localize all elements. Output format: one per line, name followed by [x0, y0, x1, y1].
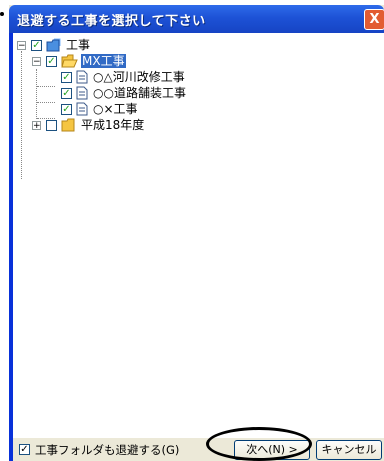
title-bar: 退避する工事を選択して下さい X — [9, 5, 384, 33]
tree-checkbox[interactable]: ✓ — [46, 56, 57, 67]
dialog-window: 退避する工事を選択して下さい X − ✓ 工事 − ✓ MX工事 ✓ ○△河川改… — [9, 5, 384, 461]
close-button[interactable]: X — [364, 9, 384, 30]
tree-item-year[interactable]: + 平成18年度 — [13, 117, 213, 133]
include-folder-checkbox[interactable]: ✓ — [19, 444, 30, 455]
document-icon — [76, 70, 88, 84]
tree-item-label: 平成18年度 — [81, 118, 145, 132]
blue-folder-icon — [46, 38, 61, 52]
tree-checkbox[interactable]: ✓ — [61, 72, 72, 83]
tree-item-label: ○○道路舗装工事 — [93, 86, 186, 100]
tree-item-project[interactable]: ✓ ○×工事 — [13, 101, 263, 117]
folder-icon — [61, 118, 75, 132]
collapse-icon[interactable]: − — [17, 41, 26, 51]
cancel-button[interactable]: キャンセル — [316, 440, 382, 460]
tree-checkbox[interactable]: ✓ — [61, 88, 72, 99]
document-icon — [76, 86, 88, 100]
dialog-footer: ✓ 工事フォルダも退避する(G) 次へ(N) > キャンセル — [13, 438, 384, 461]
tree-item-label: ○△河川改修工事 — [93, 70, 185, 84]
collapse-icon[interactable]: − — [32, 57, 41, 67]
tree-item-mx[interactable]: − ✓ MX工事 — [13, 53, 213, 69]
annotation-dot — [0, 12, 4, 16]
tree-item-label: 工事 — [66, 38, 91, 52]
include-folder-label[interactable]: 工事フォルダも退避する(G) — [35, 443, 179, 457]
tree-checkbox[interactable] — [46, 120, 57, 131]
dialog-title: 退避する工事を選択して下さい — [17, 14, 206, 29]
highlight-circle — [206, 427, 312, 461]
expand-icon[interactable]: + — [32, 121, 41, 131]
tree-item-project[interactable]: ✓ ○△河川改修工事 — [13, 69, 263, 85]
tree-item-label: ○×工事 — [93, 102, 138, 116]
tree-item-label: MX工事 — [81, 54, 126, 68]
tree-checkbox[interactable]: ✓ — [31, 40, 42, 51]
document-icon — [76, 102, 88, 116]
project-tree: − ✓ 工事 − ✓ MX工事 ✓ ○△河川改修工事 ✓ ○○道路舗装工事 ✓ … — [13, 33, 384, 438]
open-folder-icon — [61, 54, 78, 68]
tree-item-root[interactable]: − ✓ 工事 — [13, 37, 213, 53]
tree-checkbox[interactable]: ✓ — [61, 104, 72, 115]
tree-item-project[interactable]: ✓ ○○道路舗装工事 — [13, 85, 263, 101]
